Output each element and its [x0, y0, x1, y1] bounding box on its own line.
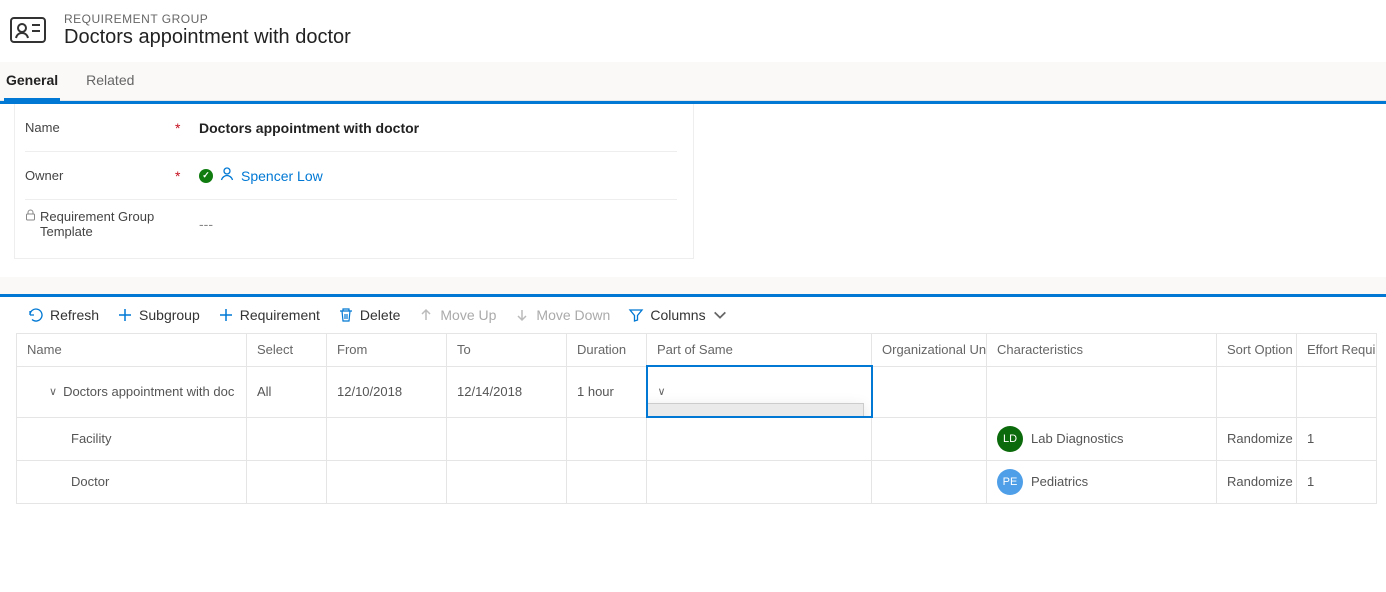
owner-link[interactable]: Spencer Low: [241, 168, 323, 184]
cell-char[interactable]: [987, 366, 1217, 417]
movedown-button[interactable]: Move Down: [514, 307, 610, 323]
form-row-template: Requirement Group Template ---: [25, 200, 677, 248]
page-header: REQUIREMENT GROUP Doctors appointment wi…: [0, 0, 1386, 62]
form-row-name: Name * Doctors appointment with doctor: [25, 104, 677, 152]
required-asterisk: *: [175, 120, 199, 136]
lock-icon: [25, 209, 36, 224]
plus-icon: [218, 307, 234, 323]
owner-label: Owner: [25, 168, 175, 183]
grid-toolbar: Refresh Subgroup Requirement Delete Move…: [0, 297, 1386, 333]
col-part[interactable]: Part of Same: [647, 334, 872, 367]
columns-button[interactable]: Columns: [628, 307, 727, 323]
name-label: Name: [25, 120, 175, 135]
col-select[interactable]: Select: [247, 334, 327, 367]
cell-effort[interactable]: 1: [1297, 460, 1377, 503]
col-duration[interactable]: Duration: [567, 334, 647, 367]
cell-name[interactable]: Facility: [17, 417, 247, 460]
grid-row-facility[interactable]: Facility LD Lab Diagnostics Randomize 1: [17, 417, 1377, 460]
subgroup-button[interactable]: Subgroup: [117, 307, 200, 323]
template-label: Requirement Group Template: [25, 209, 175, 239]
cell-part-of-same[interactable]: ∨ Organizational Unit Resource Tree Loca…: [647, 366, 872, 417]
cell-effort[interactable]: [1297, 366, 1377, 417]
avatar-pe: PE: [997, 469, 1023, 495]
chevron-down-icon[interactable]: ∨: [49, 385, 57, 398]
refresh-button[interactable]: Refresh: [28, 307, 99, 323]
owner-value[interactable]: Spencer Low: [199, 166, 323, 185]
form-row-owner: Owner * Spencer Low: [25, 152, 677, 200]
cell-sort[interactable]: Randomize: [1217, 417, 1297, 460]
grid-header-row: Name Select From To Duration Part of Sam…: [17, 334, 1377, 367]
cell-to[interactable]: 12/14/2018: [447, 366, 567, 417]
dropdown-option-org-unit[interactable]: Organizational Unit: [647, 404, 863, 417]
tab-related[interactable]: Related: [84, 62, 136, 101]
cell-name[interactable]: ∨ Doctors appointment with doc: [17, 366, 247, 417]
avatar-ld: LD: [997, 426, 1023, 452]
cell-select[interactable]: All: [247, 366, 327, 417]
required-asterisk: *: [175, 168, 199, 184]
col-from[interactable]: From: [327, 334, 447, 367]
tab-general[interactable]: General: [4, 62, 60, 101]
cell-org[interactable]: [872, 366, 987, 417]
cell-char[interactable]: PE Pediatrics: [987, 460, 1217, 503]
cell-sort[interactable]: [1217, 366, 1297, 417]
tab-bar: General Related: [0, 62, 1386, 101]
part-of-same-dropdown: Organizational Unit Resource Tree Locati…: [647, 403, 864, 417]
col-name[interactable]: Name: [17, 334, 247, 367]
plus-icon: [117, 307, 133, 323]
chevron-down-icon: [712, 307, 728, 323]
cell-char[interactable]: LD Lab Diagnostics: [987, 417, 1217, 460]
form-block: Name * Doctors appointment with doctor O…: [0, 101, 1386, 259]
trash-icon: [338, 307, 354, 323]
cell-sort[interactable]: Randomize: [1217, 460, 1297, 503]
cell-name[interactable]: Doctor: [17, 460, 247, 503]
presence-available-icon: [199, 169, 213, 183]
page-title: Doctors appointment with doctor: [64, 26, 351, 49]
section-divider: [0, 277, 1386, 297]
col-char[interactable]: Characteristics: [987, 334, 1217, 367]
breadcrumb: REQUIREMENT GROUP: [64, 12, 351, 26]
person-icon: [219, 166, 235, 185]
col-sort[interactable]: Sort Option: [1217, 334, 1297, 367]
requirement-group-icon: [8, 10, 48, 50]
requirements-grid: Name Select From To Duration Part of Sam…: [16, 333, 1377, 504]
delete-button[interactable]: Delete: [338, 307, 400, 323]
col-effort[interactable]: Effort Require: [1297, 334, 1377, 367]
requirement-button[interactable]: Requirement: [218, 307, 320, 323]
arrow-down-icon: [514, 307, 530, 323]
col-org[interactable]: Organizational Unit: [872, 334, 987, 367]
name-value[interactable]: Doctors appointment with doctor: [199, 120, 419, 136]
grid-row-doctor[interactable]: Doctor PE Pediatrics Randomize 1: [17, 460, 1377, 503]
arrow-up-icon: [418, 307, 434, 323]
refresh-icon: [28, 307, 44, 323]
col-to[interactable]: To: [447, 334, 567, 367]
grid-row-parent[interactable]: ∨ Doctors appointment with doc All 12/10…: [17, 366, 1377, 417]
template-value: ---: [199, 216, 213, 232]
cell-duration[interactable]: 1 hour: [567, 366, 647, 417]
cell-effort[interactable]: 1: [1297, 417, 1377, 460]
filter-icon: [628, 307, 644, 323]
moveup-button[interactable]: Move Up: [418, 307, 496, 323]
cell-from[interactable]: 12/10/2018: [327, 366, 447, 417]
